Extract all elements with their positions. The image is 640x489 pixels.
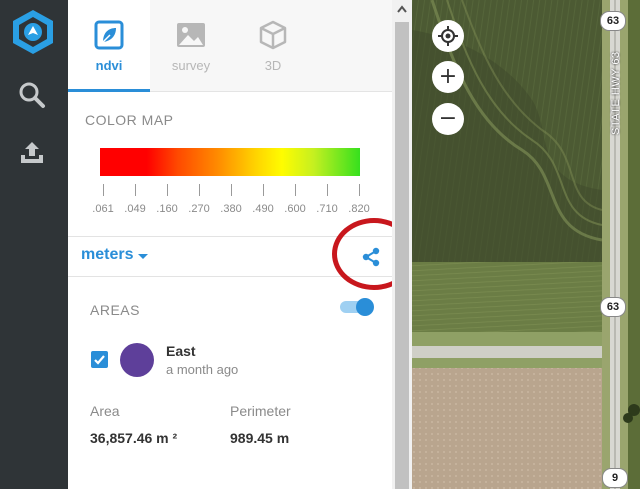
route-shield: 63 <box>600 297 626 317</box>
zoom-in-label: + <box>438 64 458 89</box>
divider <box>68 236 392 237</box>
color-map-gradient <box>100 148 360 176</box>
search-icon[interactable] <box>17 80 47 110</box>
tick <box>295 184 296 196</box>
tick <box>167 184 168 196</box>
tab-ndvi[interactable]: ndvi <box>68 0 150 92</box>
app-rail <box>0 0 68 489</box>
scroll-thumb[interactable] <box>395 22 409 489</box>
tab-label: survey <box>171 58 211 73</box>
color-map-ticks <box>68 184 392 198</box>
image-icon <box>176 20 206 50</box>
tick <box>327 184 328 196</box>
upload-icon[interactable] <box>17 138 47 168</box>
leaf-icon <box>94 20 124 50</box>
cube-icon <box>258 20 288 50</box>
tick <box>135 184 136 196</box>
road-label: STATE HWY 63 <box>610 51 622 135</box>
units-label: meters <box>81 246 134 263</box>
area-name[interactable]: East <box>166 343 196 359</box>
app-logo-icon[interactable] <box>11 9 55 55</box>
zoom-in-button[interactable]: + <box>432 61 464 93</box>
divider <box>68 276 392 277</box>
area-checkbox[interactable] <box>91 351 108 368</box>
tab-label: 3D <box>264 58 282 73</box>
tick <box>231 184 232 196</box>
tick <box>263 184 264 196</box>
satellite-map[interactable]: + − 63 63 9 <box>412 0 640 489</box>
route-shield: 63 <box>600 11 626 31</box>
color-map-title: COLOR MAP <box>85 112 174 128</box>
tab-3d[interactable]: 3D <box>232 0 314 92</box>
perimeter-stat-value: 989.45 m <box>230 430 290 446</box>
zoom-out-button[interactable]: − <box>432 103 464 135</box>
tick <box>103 184 104 196</box>
area-stat-value: 36,857.46 m ² <box>90 430 178 446</box>
tab-bar: ndvi survey 3D <box>68 0 392 92</box>
locate-icon[interactable] <box>432 20 464 52</box>
areas-title: AREAS <box>90 302 140 318</box>
layers-panel: ndvi survey 3D COLOR MAP .061 .049 .160 … <box>68 0 392 489</box>
units-dropdown[interactable]: meters <box>81 246 149 264</box>
tab-label: ndvi <box>95 58 123 73</box>
scroll-up-arrow-icon[interactable] <box>392 0 412 20</box>
area-stat-label: Area <box>90 403 120 419</box>
toggle-knob <box>356 298 374 316</box>
share-icon[interactable] <box>360 247 382 267</box>
caret-down-icon <box>138 253 149 259</box>
tick <box>359 184 360 196</box>
tick <box>199 184 200 196</box>
perimeter-stat-label: Perimeter <box>230 403 291 419</box>
panel-scrollbar[interactable] <box>392 0 412 489</box>
area-color-swatch <box>120 343 154 377</box>
zoom-out-label: − <box>438 106 458 131</box>
tab-survey[interactable]: survey <box>150 0 232 92</box>
route-shield: 9 <box>602 468 628 488</box>
tick-label: .820 <box>348 203 370 215</box>
areas-toggle[interactable] <box>340 298 374 316</box>
area-timestamp: a month ago <box>166 362 239 377</box>
